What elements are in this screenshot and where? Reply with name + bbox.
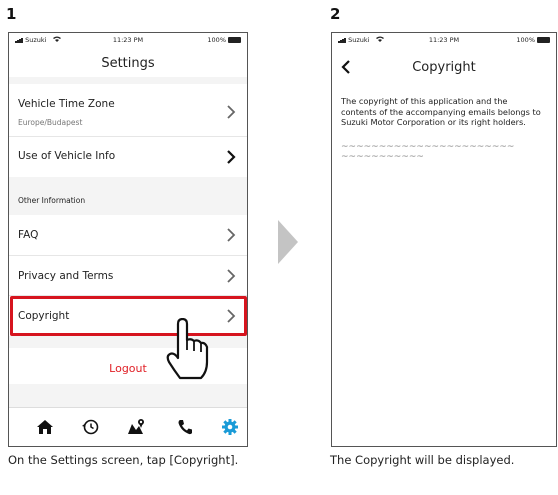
tap-hand-icon xyxy=(166,318,209,380)
step2-caption: The Copyright will be displayed. xyxy=(330,453,515,467)
phone-icon[interactable] xyxy=(174,416,196,438)
battery-icon xyxy=(228,37,241,43)
chevron-right-icon xyxy=(227,269,236,283)
settings-item-privacy-and-terms[interactable]: Privacy and Terms xyxy=(9,256,247,295)
item-label: Vehicle Time Zone xyxy=(18,98,115,110)
page-title: Copyright xyxy=(412,60,476,75)
settings-header: Settings xyxy=(9,47,247,77)
step1-caption: On the Settings screen, tap [Copyright]. xyxy=(8,453,239,467)
settings-item-vehicle-time-zone[interactable]: Vehicle Time Zone Europe/Budapest xyxy=(9,84,247,136)
settings-phone-screen: Suzuki 11:23 PM 100% Settings Vehicle Ti… xyxy=(8,32,248,447)
battery-text: 100% xyxy=(516,36,535,44)
copyright-phone-screen: Suzuki 11:23 PM 100% Copyright The copyr… xyxy=(331,32,557,447)
copyright-text: The copyright of this application and th… xyxy=(341,96,541,127)
step-number-2: 2 xyxy=(330,5,341,23)
battery-indicator: 100% xyxy=(516,36,550,44)
map-icon[interactable] xyxy=(126,416,148,438)
tap-highlight-box xyxy=(10,296,247,336)
arrow-right-icon xyxy=(278,220,298,264)
settings-item-faq[interactable]: FAQ xyxy=(9,215,247,255)
home-icon[interactable] xyxy=(34,416,56,438)
item-label: FAQ xyxy=(18,229,39,241)
placeholder-tilde-line-2: ~~~~~~~~~~~ xyxy=(341,152,424,162)
step-number-1: 1 xyxy=(6,5,17,23)
item-label: Privacy and Terms xyxy=(18,270,114,282)
battery-text: 100% xyxy=(207,36,226,44)
logout-row[interactable]: Logout xyxy=(9,348,247,384)
battery-indicator: 100% xyxy=(207,36,241,44)
status-bar: Suzuki 11:23 PM 100% xyxy=(332,33,556,47)
logout-button[interactable]: Logout xyxy=(9,362,247,375)
status-bar: Suzuki 11:23 PM 100% xyxy=(9,33,247,47)
section-header-label: Other Information xyxy=(18,196,86,205)
section-header-other-information: Other Information xyxy=(9,177,247,213)
chevron-right-icon xyxy=(227,150,236,164)
gear-icon[interactable] xyxy=(219,416,241,438)
item-value: Europe/Budapest xyxy=(18,118,83,127)
section-spacer xyxy=(9,336,247,348)
history-icon[interactable] xyxy=(79,416,101,438)
bottom-tab-bar xyxy=(9,407,247,446)
chevron-right-icon xyxy=(227,105,236,119)
item-label: Use of Vehicle Info xyxy=(18,150,116,162)
chevron-right-icon xyxy=(227,228,236,242)
placeholder-tilde-line-1: ~~~~~~~~~~~~~~~~~~~~~~~ xyxy=(341,142,515,152)
battery-icon xyxy=(537,37,550,43)
page-title: Settings xyxy=(101,56,155,71)
settings-item-use-of-vehicle-info[interactable]: Use of Vehicle Info xyxy=(9,137,247,177)
